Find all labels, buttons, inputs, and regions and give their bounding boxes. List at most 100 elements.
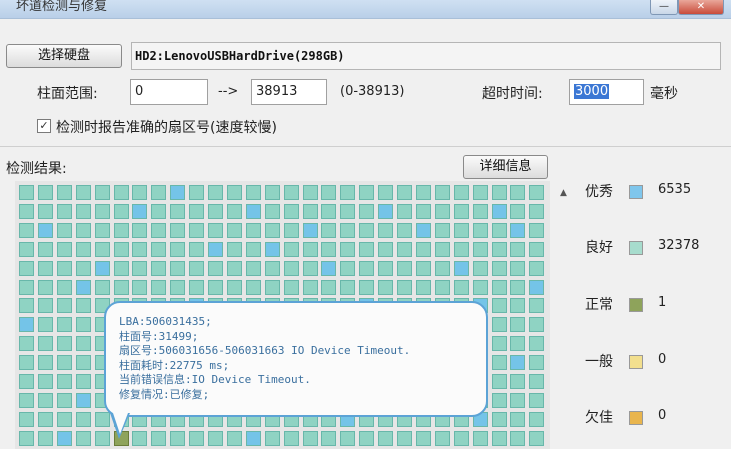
sector-cell[interactable] [170,185,186,200]
minimize-button[interactable]: — [650,0,678,15]
sector-cell[interactable] [75,222,91,238]
sector-cell[interactable] [529,185,545,200]
sector-cell[interactable] [226,185,242,200]
sector-cell[interactable] [226,279,242,295]
sector-cell[interactable] [264,430,280,446]
sector-cell[interactable] [170,203,186,219]
sector-cell[interactable] [283,260,299,276]
sector-cell[interactable] [75,411,91,427]
sector-cell[interactable] [75,317,91,333]
sector-cell[interactable] [472,203,488,219]
sector-cell[interactable] [56,392,72,408]
sector-cell[interactable] [529,279,545,295]
sector-cell[interactable] [378,203,394,219]
sector-cell[interactable] [132,222,148,238]
sector-cell[interactable] [94,411,110,427]
sector-cell[interactable] [302,241,318,257]
sector-cell[interactable] [132,241,148,257]
sector-cell[interactable] [75,355,91,371]
sector-cell[interactable] [19,260,34,276]
sector-cell[interactable] [75,203,91,219]
sector-cell[interactable] [132,279,148,295]
sector-cell[interactable] [37,336,53,352]
sector-cell[interactable] [19,392,34,408]
sector-cell[interactable] [434,279,450,295]
sector-cell[interactable] [189,430,205,446]
sector-cell[interactable] [56,336,72,352]
sector-cell[interactable] [264,185,280,200]
sector-cell[interactable] [56,430,72,446]
sector-cell[interactable] [113,279,129,295]
sector-cell[interactable] [19,411,34,427]
sector-cell[interactable] [510,430,526,446]
sector-cell[interactable] [189,260,205,276]
sector-cell[interactable] [415,185,431,200]
sector-cell[interactable] [453,185,469,200]
sector-cell[interactable] [453,279,469,295]
sector-cell[interactable] [189,222,205,238]
sector-cell[interactable] [378,222,394,238]
sector-cell[interactable] [56,298,72,314]
sector-cell[interactable] [415,279,431,295]
sector-cell[interactable] [113,222,129,238]
sector-cell[interactable] [415,203,431,219]
sector-cell[interactable] [37,203,53,219]
sector-cell[interactable] [151,430,167,446]
sector-cell[interactable] [189,203,205,219]
sector-cell[interactable] [397,430,412,446]
sector-cell[interactable] [510,241,526,257]
disk-name-field[interactable]: HD2:LenovoUSBHardDrive(298GB) [131,42,721,70]
sector-cell[interactable] [491,430,507,446]
sector-cell[interactable] [321,222,337,238]
sector-cell[interactable] [37,260,53,276]
sector-cell[interactable] [340,260,356,276]
sector-cell[interactable] [453,260,469,276]
sector-cell[interactable] [151,203,167,219]
scroll-up-arrow-icon[interactable]: ▲ [560,188,567,198]
sector-cell[interactable] [226,222,242,238]
sector-cell[interactable] [529,317,545,333]
sector-cell[interactable] [302,430,318,446]
sector-cell[interactable] [208,203,223,219]
sector-cell[interactable] [113,260,129,276]
sector-cell[interactable] [208,241,223,257]
sector-cell[interactable] [340,279,356,295]
sector-cell[interactable] [491,279,507,295]
sector-cell[interactable] [491,241,507,257]
sector-cell[interactable] [491,336,507,352]
sector-cell[interactable] [19,241,34,257]
sector-cell[interactable] [359,185,375,200]
timeout-input[interactable]: 3000 [569,79,644,105]
sector-cell[interactable] [19,279,34,295]
sector-cell[interactable] [75,298,91,314]
sector-cell[interactable] [19,203,34,219]
sector-cell[interactable] [151,260,167,276]
sector-cell[interactable] [321,241,337,257]
sector-cell[interactable] [340,430,356,446]
sector-cell[interactable] [491,355,507,371]
sector-cell[interactable] [132,430,148,446]
sector-cell[interactable] [37,430,53,446]
sector-cell[interactable] [397,279,412,295]
sector-cell[interactable] [491,185,507,200]
sector-cell[interactable] [529,430,545,446]
sector-cell[interactable] [132,260,148,276]
sector-cell[interactable] [529,374,545,389]
sector-cell[interactable] [94,185,110,200]
sector-cell[interactable] [19,222,34,238]
sector-cell[interactable] [226,260,242,276]
sector-cell[interactable] [453,203,469,219]
sector-cell[interactable] [75,185,91,200]
sector-cell[interactable] [56,355,72,371]
sector-cell[interactable] [359,203,375,219]
sector-cell[interactable] [37,374,53,389]
detail-info-button[interactable]: 详细信息 [463,155,548,179]
sector-cell[interactable] [75,336,91,352]
sector-cell[interactable] [56,260,72,276]
sector-cell[interactable] [340,222,356,238]
sector-cell[interactable] [529,260,545,276]
sector-cell[interactable] [397,241,412,257]
sector-cell[interactable] [453,241,469,257]
sector-cell[interactable] [453,430,469,446]
sector-cell[interactable] [472,185,488,200]
